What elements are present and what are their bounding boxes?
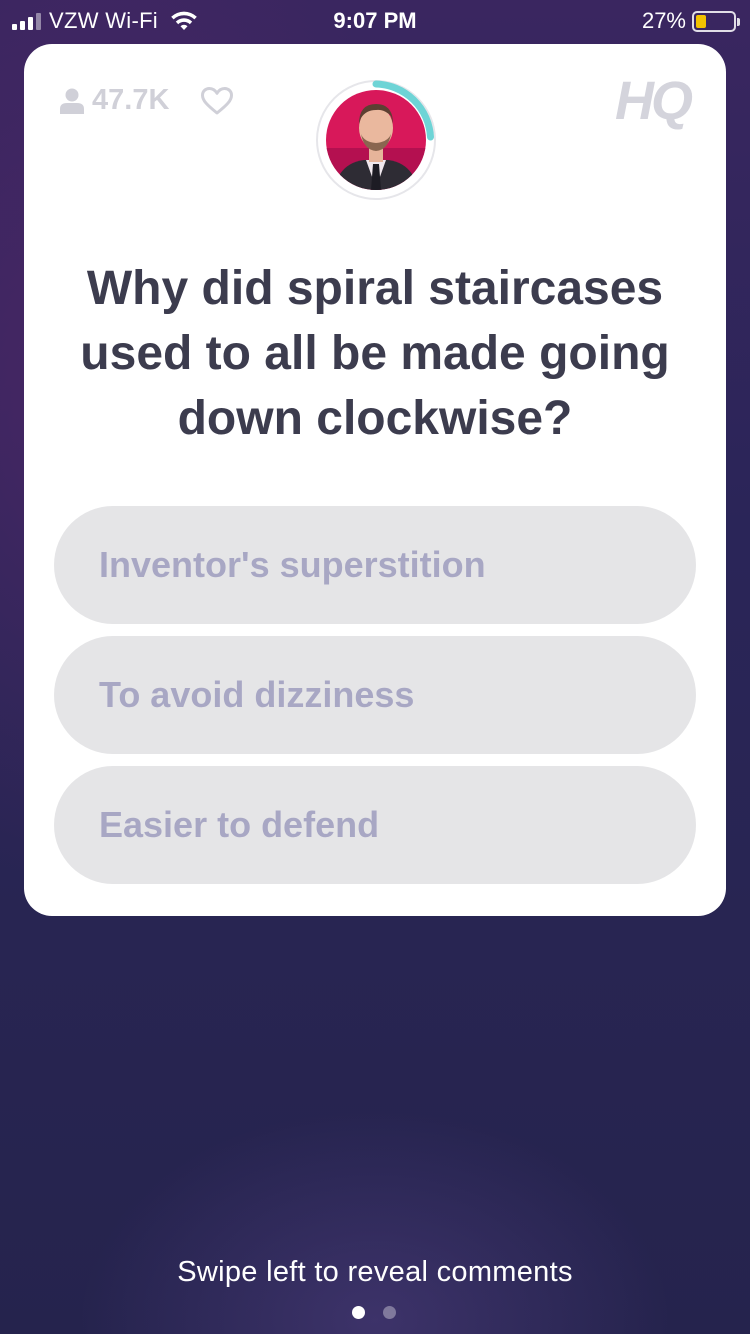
page-dot[interactable] <box>352 1306 365 1319</box>
answer-option-label: Inventor's superstition <box>99 544 486 585</box>
status-bar: VZW Wi-Fi 9:07 PM 27% <box>0 0 750 40</box>
page-indicator[interactable] <box>352 1306 396 1319</box>
question-card: 47.7K HQ Why did spiral staircases used … <box>24 44 726 916</box>
battery-nub <box>737 17 740 26</box>
host-photo <box>326 90 426 190</box>
viewer-count: 47.7K <box>60 84 169 117</box>
answer-option-label: To avoid dizziness <box>99 674 415 715</box>
battery-icon <box>692 10 740 32</box>
page-dot[interactable] <box>383 1306 396 1319</box>
heart-icon[interactable] <box>200 86 234 116</box>
answer-option-1[interactable]: Inventor's superstition <box>54 506 696 624</box>
host-avatar-graphic <box>316 80 436 200</box>
answer-option-label: Easier to defend <box>99 804 380 845</box>
person-icon <box>60 88 84 114</box>
status-right: 27% <box>641 8 740 34</box>
hq-logo: HQ <box>615 71 693 131</box>
swipe-hint: Swipe left to reveal comments <box>177 1256 573 1288</box>
question-text: Why did spiral staircases used to all be… <box>80 262 670 445</box>
answer-option-3[interactable]: Easier to defend <box>54 766 696 884</box>
answer-option-2[interactable]: To avoid dizziness <box>54 636 696 754</box>
viewer-count-label: 47.7K <box>92 84 170 116</box>
battery-percent: 27% <box>641 8 686 33</box>
battery-fill <box>696 14 706 28</box>
host-avatar <box>314 78 438 202</box>
status-time: 9:07 PM <box>333 8 417 33</box>
